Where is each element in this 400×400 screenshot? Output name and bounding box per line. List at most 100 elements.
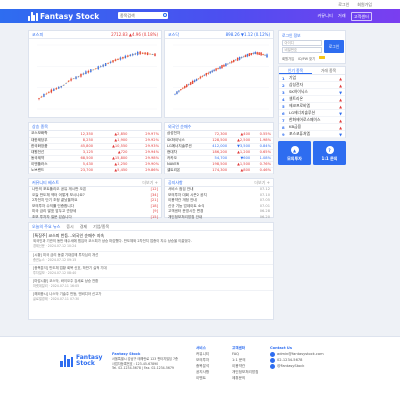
nav-community[interactable]: 커뮤니티: [317, 12, 332, 21]
rank-trend-icon: ▲: [339, 96, 342, 102]
notice-date: 06.20: [259, 214, 270, 219]
footer-logo-icon: [60, 355, 74, 367]
rank-up-table: 코스모화학 12,350 ▲2,850 29.97% 대한제당우 8,250 ▲1,900 2…: [29, 131, 161, 174]
kosdaq-candle-chart: [173, 44, 269, 110]
stock-name[interactable]: 셀트리온: [165, 167, 204, 174]
rank-stock-name[interactable]: LG에너지솔루션: [289, 110, 339, 116]
footer-support-links: 고객센터 FAQ 1:1 문의 이용약관 개인정보처리방침 제휴문의: [232, 345, 258, 381]
top-utility-bar: 로그인 회원가입: [0, 0, 400, 9]
rank-stock-name[interactable]: 삼성전자: [289, 82, 339, 88]
moving-average-line: [38, 52, 156, 99]
rank-item[interactable]: 7 한화에어로스페이스 ▲: [279, 117, 345, 124]
rank-number: 5: [282, 103, 285, 109]
tab-popular[interactable]: 인기 종목: [279, 67, 312, 74]
logo-icon: [28, 11, 38, 21]
login-link[interactable]: 로그인: [338, 2, 349, 8]
news-item[interactable]: [해외증시] 나스닥 기술주 반등, 엔비디아 신고가 글로벌경제 · 2024.…: [29, 290, 273, 303]
signup-link-side[interactable]: 회원가입: [282, 56, 294, 61]
table-row[interactable]: 노브랜드 23,700 ▲5,450 29.86%: [29, 167, 161, 174]
news-item[interactable]: [특징주] 코스피 반등…외국인 순매수 지속 외국인과 기관의 동반 매수세에 …: [29, 231, 273, 251]
news-meta: 마켓데일리 · 2024.07.11 16:05: [33, 284, 80, 288]
rank-trend-icon: ▲: [339, 117, 342, 123]
rank-stock-name[interactable]: KB금융: [289, 124, 339, 130]
site-logo[interactable]: Fantasy Stock: [28, 11, 99, 21]
news-tab-company[interactable]: 기업/종목: [93, 223, 109, 230]
news-tab-economy[interactable]: 경제: [80, 223, 87, 230]
contact-social[interactable]: @FantasyStock: [277, 363, 304, 369]
post-title[interactable]: 초보 투자자 질문 있습니다: [32, 215, 72, 221]
rank-stock-name[interactable]: SK하이닉스: [289, 89, 339, 95]
tab-volume[interactable]: 거래 종목: [312, 67, 345, 74]
kospi-title: 코스피: [32, 32, 44, 37]
rank-stock-name[interactable]: 에코프로비엠: [289, 103, 339, 109]
community-more-link[interactable]: 더보기 +: [142, 179, 158, 186]
notice-more-link[interactable]: 더보기 +: [254, 179, 270, 186]
rank-volume-title: 외국인 순매수: [168, 124, 192, 129]
main-header: Fantasy Stock 종목검색 커뮤니티 거래 고객센터: [0, 9, 400, 23]
rank-item[interactable]: 6 LG에너지솔루션 ▼: [279, 110, 345, 117]
site-footer: Fantasy Stock Fantasy Stock 서울특별시 강남구 테헤…: [0, 336, 400, 400]
rank-stock-name[interactable]: 기업: [289, 75, 339, 81]
kosdaq-value: 898.26 ▼1.12 (0.12%): [225, 32, 270, 37]
footer-contact: Contact Us admin@fantasystock.com 02-123…: [270, 346, 324, 369]
community-card: 커뮤니티 베스트 더보기 + 나만의 포트폴리오 공유 게시판 오픈 [12] 오늘 …: [28, 178, 162, 221]
news-tab-market[interactable]: 증시: [66, 223, 73, 230]
nav-support[interactable]: 고객센터: [350, 12, 372, 21]
rank-trend-icon: ▲: [339, 103, 342, 109]
mock-trade-button[interactable]: ▲ 모의투자: [278, 141, 311, 165]
rank-item[interactable]: 1 기업 ▲: [279, 75, 345, 82]
password-input[interactable]: 비밀번호: [282, 47, 322, 53]
notice-card: 공지사항 더보기 + 서비스 점검 안내 07.12 모의투자 대회 시즌2 공지 07…: [164, 178, 274, 221]
rank-number: 3: [282, 89, 285, 95]
rank-number: 1: [282, 75, 285, 81]
news-meta: 글로벌경제 · 2024.07.11 07:30: [33, 297, 80, 301]
rank-item[interactable]: 5 에코프로비엠 ▲: [279, 103, 345, 110]
chart-icon: ▲: [290, 146, 299, 154]
nav-trade[interactable]: 거래: [338, 12, 346, 21]
notice-title[interactable]: 개인정보처리방침 안내: [168, 215, 202, 221]
rank-item[interactable]: 4 셀트리온 ▲: [279, 96, 345, 103]
footer-link[interactable]: 제휴문의: [232, 375, 258, 381]
stock-pct: 0.46%: [252, 167, 273, 174]
stock-change: ▲800: [229, 167, 253, 174]
kospi-value: 2712.83 ▲4.96 (0.18%): [111, 32, 158, 37]
table-row[interactable]: 셀트리온 174,300 ▲800 0.46%: [165, 167, 273, 174]
rank-item[interactable]: 9 포스코퓨처엠 ▼: [279, 131, 345, 138]
kakao-icon[interactable]: [319, 56, 326, 59]
login-box: 로그인 정보 아이디 비밀번호 로그인 회원가입 ID/PW 찾기: [278, 30, 346, 64]
list-item[interactable]: 개인정보처리방침 안내 06.20: [165, 215, 273, 221]
news-item[interactable]: [종목분석] 반도체 업황 회복 신호, 하반기 실적 기대 투자일보 · 202…: [29, 264, 273, 277]
footer-company-info: Fantasy Stock 서울특별시 강남구 테헤란로 123 판타지빌딩 7…: [112, 352, 178, 371]
rank-volume-table: 삼성전자 72,300 ▲400 0.55% SK하이닉스 128,500 ▲2,500 1.…: [165, 131, 273, 174]
rank-item[interactable]: 8 KB금융 ▲: [279, 124, 345, 131]
kosdaq-title: 코스닥: [168, 32, 180, 37]
rank-item[interactable]: 2 삼성전자 ▲: [279, 82, 345, 89]
find-account-link[interactable]: ID/PW 찾기: [298, 56, 315, 61]
rank-stock-name[interactable]: 포스코퓨처엠: [289, 131, 339, 137]
rank-trend-icon: ▼: [339, 131, 342, 137]
chat-icon: ?: [325, 146, 334, 154]
footer-service-links: 서비스 커뮤니티 모의투자 종목분석 공지사항 이벤트: [196, 345, 209, 381]
login-button[interactable]: 로그인: [324, 40, 344, 53]
rank-volume-card: 외국인 순매수 삼성전자 72,300 ▲400 0.55% SK하이닉스 128,500…: [164, 122, 274, 174]
rank-trend-icon: ▼: [339, 110, 342, 116]
popular-rank-box: 인기 종목 거래 종목 1 기업 ▲ 2 삼성전자 ▲ 3 SK하이닉스 ▼ 4 셀트리온 ▲ 5 에코프…: [278, 66, 346, 138]
rank-stock-name[interactable]: 셀트리온: [289, 96, 339, 102]
search-icon[interactable]: [162, 13, 167, 18]
kospi-chart-card: 코스피 2712.83 ▲4.96 (0.18%): [28, 30, 162, 118]
rank-stock-name[interactable]: 한화에어로스페이스: [289, 117, 339, 123]
id-input[interactable]: 아이디: [282, 40, 322, 46]
stock-pct: 29.86%: [129, 167, 161, 174]
search-input[interactable]: 종목검색: [118, 12, 168, 19]
rank-item[interactable]: 3 SK하이닉스 ▼: [279, 89, 345, 96]
signup-link[interactable]: 회원가입: [357, 2, 372, 8]
news-item[interactable]: [시황] 미국 금리 동결 기대감에 투자심리 개선 증권뉴스 · 2024.07…: [29, 251, 273, 264]
rank-number: 9: [282, 131, 285, 137]
rank-trend-icon: ▲: [339, 75, 342, 81]
list-item[interactable]: 초보 투자자 질문 있습니다 [15]: [29, 215, 161, 221]
inquiry-button[interactable]: ? 1:1 문의: [313, 141, 346, 165]
footer-link[interactable]: 이벤트: [196, 375, 209, 381]
news-item[interactable]: [마감시황] 코스닥, 바이오주 강세로 상승 전환 마켓데일리 · 2024.0…: [29, 277, 273, 290]
stock-name[interactable]: 노브랜드: [29, 167, 66, 174]
stock-price: 23,700: [65, 167, 96, 174]
